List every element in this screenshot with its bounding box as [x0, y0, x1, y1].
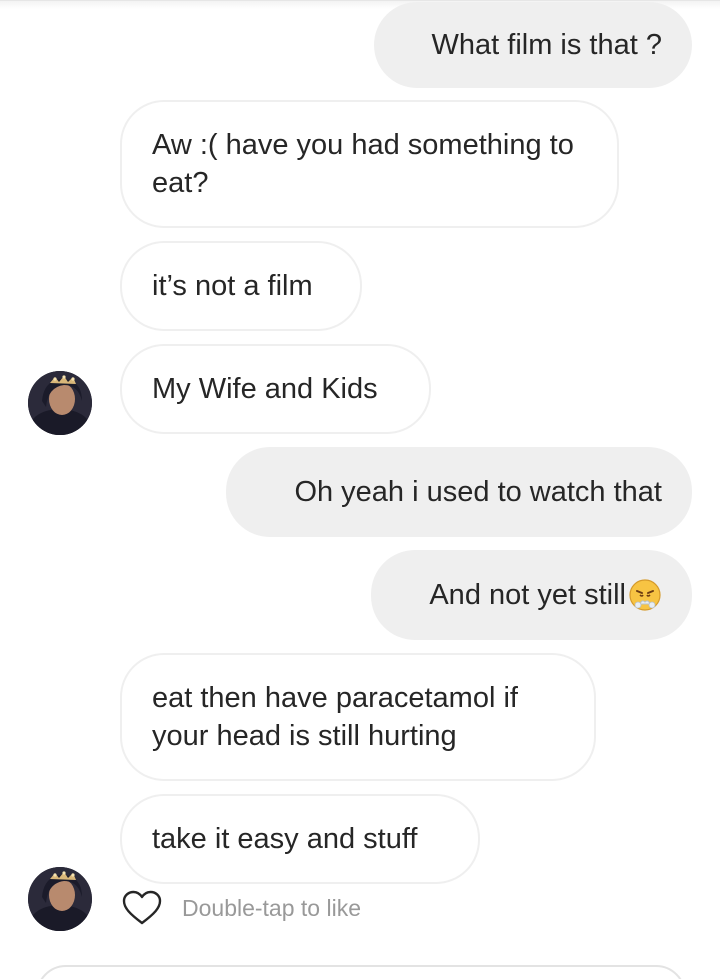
face-with-steam-from-nose-emoji	[629, 579, 661, 611]
message-bubble-outgoing[interactable]: What film is that ?	[374, 2, 692, 88]
message-composer[interactable]	[36, 965, 686, 979]
like-row: Double-tap to like	[122, 888, 361, 928]
contact-avatar[interactable]	[28, 867, 92, 931]
message-bubble-outgoing[interactable]: And not yet still	[371, 550, 692, 640]
message-text: Aw :( have you had something to eat?	[152, 129, 582, 199]
message-bubble-incoming[interactable]: My Wife and Kids	[120, 344, 431, 434]
message-text: What film is that ?	[431, 29, 662, 61]
message-bubble-incoming[interactable]: Aw :( have you had something to eat?	[120, 100, 619, 228]
message-text: Oh yeah i used to watch that	[294, 476, 662, 508]
message-bubble-incoming[interactable]: take it easy and stuff	[120, 794, 480, 884]
chat-screen: What film is that ? Aw :( have you had s…	[0, 0, 720, 979]
message-bubble-outgoing[interactable]: Oh yeah i used to watch that	[226, 447, 692, 537]
message-text: take it easy and stuff	[152, 823, 418, 855]
contact-avatar[interactable]	[28, 371, 92, 435]
message-text: My Wife and Kids	[152, 373, 378, 405]
double-tap-hint: Double-tap to like	[182, 894, 361, 921]
message-text: it’s not a film	[152, 270, 313, 302]
avatar-image	[28, 371, 92, 435]
heart-outline-icon[interactable]	[122, 890, 162, 926]
message-bubble-incoming[interactable]: it’s not a film	[120, 241, 362, 331]
message-text: And not yet still	[429, 579, 626, 611]
avatar-image	[28, 867, 92, 931]
message-bubble-incoming[interactable]: eat then have paracetamol if your head i…	[120, 653, 596, 781]
message-text: eat then have paracetamol if your head i…	[152, 682, 527, 752]
